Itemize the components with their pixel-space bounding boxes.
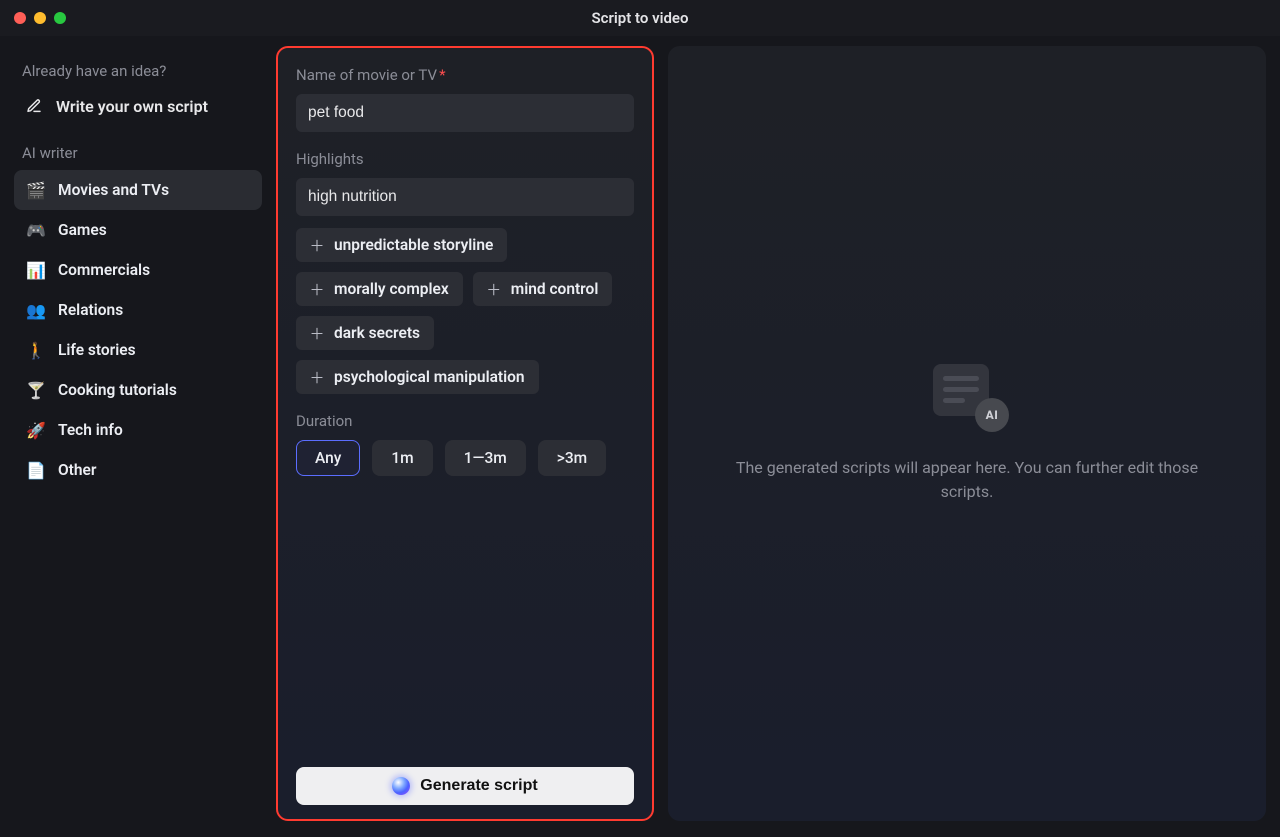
titlebar: Script to video: [0, 0, 1280, 36]
app-window: Script to video Already have an idea? Wr…: [0, 0, 1280, 837]
sidebar: Already have an idea? Write your own scr…: [14, 46, 262, 821]
sidebar-item-movies-and-tvs[interactable]: 🎬 Movies and TVs: [14, 170, 262, 210]
sidebar-item-label: Tech info: [58, 421, 123, 439]
suggestion-chip[interactable]: ＋ mind control: [473, 272, 613, 306]
suggestion-chip-label: psychological manipulation: [334, 368, 525, 386]
sidebar-item-relations[interactable]: 👥 Relations: [14, 290, 262, 330]
sidebar-item-label: Movies and TVs: [58, 181, 169, 199]
plus-icon: ＋: [310, 282, 324, 296]
required-asterisk: *: [439, 66, 445, 84]
empty-state: AI The generated scripts will appear her…: [717, 364, 1217, 504]
duration-field-label: Duration: [296, 412, 634, 430]
note-icon: 📄: [26, 460, 46, 480]
suggestion-chip-label: morally complex: [334, 280, 449, 298]
sidebar-item-tech-info[interactable]: 🚀 Tech info: [14, 410, 262, 450]
plus-icon: ＋: [310, 370, 324, 384]
people-icon: 👥: [26, 300, 46, 320]
gamepad-icon: 🎮: [26, 220, 46, 240]
sidebar-item-label: Commercials: [58, 261, 150, 279]
sidebar-item-games[interactable]: 🎮 Games: [14, 210, 262, 250]
movie-name-input[interactable]: [296, 94, 634, 132]
empty-state-icon: AI: [927, 364, 1007, 428]
ai-orb-icon: [392, 777, 410, 795]
generate-script-label: Generate script: [420, 777, 537, 795]
plus-icon: ＋: [310, 238, 324, 252]
sidebar-item-label: Life stories: [58, 341, 136, 359]
suggestion-chip-list: ＋ unpredictable storyline ＋ morally complex…: [296, 228, 634, 394]
highlights-field-label: Highlights: [296, 150, 634, 168]
write-own-script-button[interactable]: Write your own script: [14, 88, 262, 124]
minimize-window-button[interactable]: [34, 12, 46, 24]
duration-option[interactable]: 1m: [372, 440, 432, 476]
window-title: Script to video: [0, 9, 1280, 27]
clapper-icon: 🎬: [26, 180, 46, 200]
output-panel: AI The generated scripts will appear her…: [668, 46, 1266, 821]
suggestion-chip-label: dark secrets: [334, 324, 420, 342]
content-area: Already have an idea? Write your own scr…: [0, 36, 1280, 837]
suggestion-chip-label: unpredictable storyline: [334, 236, 493, 254]
ai-badge-icon: AI: [975, 398, 1009, 432]
suggestion-chip-label: mind control: [511, 280, 599, 298]
empty-state-text: The generated scripts will appear here. …: [717, 456, 1217, 504]
close-window-button[interactable]: [14, 12, 26, 24]
sidebar-item-other[interactable]: 📄 Other: [14, 450, 262, 490]
script-form-panel: Name of movie or TV* Highlights ＋ unpredi…: [276, 46, 654, 821]
rocket-icon: 🚀: [26, 420, 46, 440]
sidebar-item-label: Games: [58, 221, 107, 239]
name-field-label: Name of movie or TV*: [296, 66, 634, 84]
plus-icon: ＋: [310, 326, 324, 340]
highlights-input[interactable]: [296, 178, 634, 216]
sidebar-item-label: Cooking tutorials: [58, 381, 177, 399]
suggestion-chip[interactable]: ＋ unpredictable storyline: [296, 228, 507, 262]
zoom-window-button[interactable]: [54, 12, 66, 24]
sidebar-item-label: Relations: [58, 301, 123, 319]
sidebar-item-commercials[interactable]: 📊 Commercials: [14, 250, 262, 290]
chart-icon: 📊: [26, 260, 46, 280]
suggestion-chip[interactable]: ＋ morally complex: [296, 272, 463, 306]
sidebar-item-life-stories[interactable]: 🚶 Life stories: [14, 330, 262, 370]
suggestion-chip[interactable]: ＋ dark secrets: [296, 316, 434, 350]
person-walk-icon: 🚶: [26, 340, 46, 360]
duration-option[interactable]: >3m: [538, 440, 606, 476]
window-controls: [0, 12, 66, 24]
duration-option[interactable]: Any: [296, 440, 360, 476]
write-own-script-label: Write your own script: [56, 97, 208, 116]
idea-section-label: Already have an idea?: [14, 56, 262, 88]
suggestion-chip[interactable]: ＋ psychological manipulation: [296, 360, 539, 394]
sidebar-item-label: Other: [58, 461, 96, 479]
ai-writer-section-label: AI writer: [14, 138, 262, 170]
cocktail-icon: 🍸: [26, 380, 46, 400]
generate-script-button[interactable]: Generate script: [296, 767, 634, 805]
sidebar-item-cooking-tutorials[interactable]: 🍸 Cooking tutorials: [14, 370, 262, 410]
duration-option[interactable]: 1—3m: [445, 440, 526, 476]
pencil-icon: [24, 96, 44, 116]
plus-icon: ＋: [487, 282, 501, 296]
duration-option-row: Any 1m 1—3m >3m: [296, 440, 634, 476]
